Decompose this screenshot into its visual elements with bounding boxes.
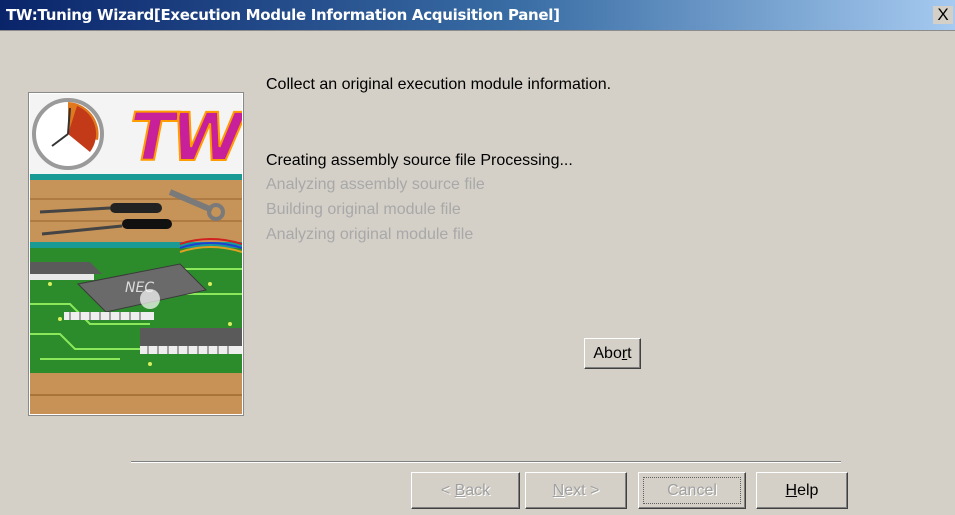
mnemonic-char: B	[454, 482, 466, 499]
splash-logo-text: TW	[130, 99, 242, 176]
step-building-original-module: Building original module file	[266, 201, 461, 218]
footer-separator	[131, 461, 841, 463]
focus-rectangle	[643, 477, 741, 504]
back-label: < Back	[440, 482, 491, 499]
next-label: Next >	[552, 482, 600, 499]
step-creating-assembly-source: Creating assembly source file Processing…	[266, 152, 573, 169]
clock-icon	[32, 98, 104, 170]
mnemonic-char: H	[785, 482, 798, 499]
abort-button[interactable]: Abort	[584, 338, 641, 369]
window-title: TW:Tuning Wizard[Execution Module Inform…	[6, 6, 560, 24]
back-button[interactable]: < Back	[411, 472, 520, 509]
close-button[interactable]: X	[933, 6, 953, 24]
close-icon: X	[937, 5, 949, 24]
help-button[interactable]: Help	[756, 472, 848, 509]
next-button[interactable]: Next >	[525, 472, 627, 509]
panel-heading: Collect an original execution module inf…	[266, 76, 612, 93]
help-label: Help	[785, 482, 819, 499]
step-analyzing-assembly-source: Analyzing assembly source file	[266, 176, 485, 193]
cancel-button[interactable]: Cancel	[638, 472, 746, 509]
progress-step-list: Creating assembly source file Processing…	[266, 150, 573, 249]
title-bar: TW:Tuning Wizard[Execution Module Inform…	[0, 0, 955, 31]
mnemonic-char: N	[552, 482, 565, 499]
wizard-splash-image: TW NEC	[29, 93, 243, 415]
step-analyzing-original-module: Analyzing original module file	[266, 226, 474, 243]
abort-label-start: Abo	[593, 345, 622, 362]
abort-label-end: t	[627, 345, 632, 362]
